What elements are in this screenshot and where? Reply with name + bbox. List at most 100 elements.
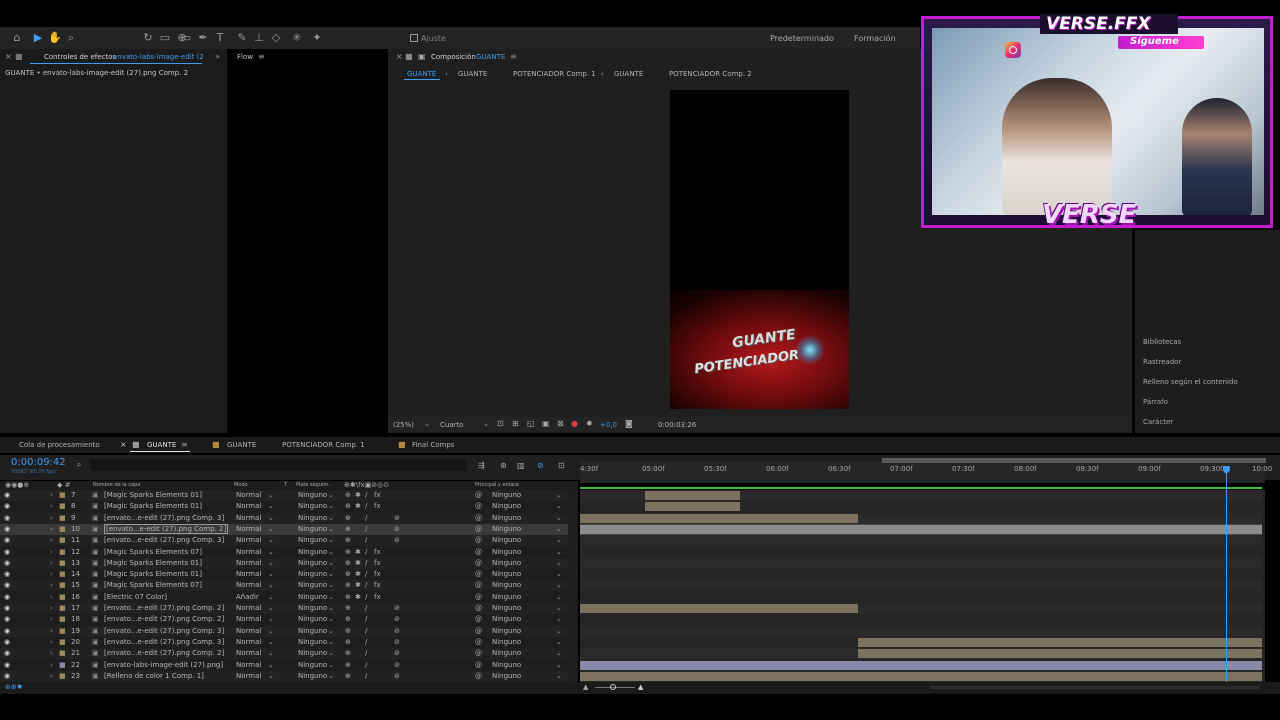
- matte-chevron-icon[interactable]: ⌄: [328, 593, 334, 601]
- header-name[interactable]: Nombre de la capa: [93, 482, 140, 488]
- tab-guante-menu-icon[interactable]: ≡: [181, 440, 188, 449]
- shy-switch-icon[interactable]: ⊕: [345, 491, 351, 499]
- rotate-icon[interactable]: ↻: [141, 32, 155, 44]
- motion-blur-switch-icon[interactable]: ⊘: [394, 661, 400, 669]
- color-management-icon[interactable]: ✹: [586, 419, 593, 428]
- visibility-eye-icon[interactable]: ◉: [4, 491, 10, 499]
- layer-duration-bar[interactable]: [580, 524, 1262, 534]
- comp-menu-icon[interactable]: ≡: [510, 52, 517, 61]
- mode-chevron-icon[interactable]: ⌄: [268, 502, 274, 510]
- snapshot-camera-icon[interactable]: ◙: [625, 419, 633, 428]
- effects-tab-label[interactable]: Controles de efectos: [44, 53, 116, 61]
- panel-overflow-icon[interactable]: »: [215, 52, 220, 61]
- right-panel-item[interactable]: Bibliotecas: [1143, 338, 1181, 346]
- quality-switch-icon[interactable]: /: [365, 548, 367, 556]
- expand-chevron-icon[interactable]: ›: [50, 661, 53, 669]
- fx-switch-icon[interactable]: fx: [374, 559, 381, 567]
- layer-duration-bar[interactable]: [857, 637, 1262, 647]
- shy-layers-icon[interactable]: ▥: [517, 461, 525, 470]
- expand-chevron-icon[interactable]: ›: [50, 559, 53, 567]
- fx-switch-icon[interactable]: fx: [374, 581, 381, 589]
- visibility-eye-icon[interactable]: ◉: [4, 627, 10, 635]
- quality-switch-icon[interactable]: /: [365, 615, 367, 623]
- tab-guante-active[interactable]: GUANTE: [147, 441, 176, 449]
- motion-blur-switch-icon[interactable]: ⊘: [394, 615, 400, 623]
- motion-blur-switch-icon[interactable]: ⊘: [394, 604, 400, 612]
- layer-duration-bar[interactable]: [857, 649, 1262, 659]
- layer-duration-bar[interactable]: [644, 491, 741, 500]
- collapse-switch-icon[interactable]: ✱: [355, 548, 361, 556]
- flow-tab-label[interactable]: Flow: [237, 53, 253, 61]
- motion-blur-switch-icon[interactable]: ⊘: [394, 525, 400, 533]
- visibility-eye-icon[interactable]: ◉: [4, 593, 10, 601]
- parent-chevron-icon[interactable]: ⌄: [556, 536, 562, 544]
- layer-row[interactable]: ◉ › ■ 23 ▣ [Relleno de color 1 Comp. 1] Normal…: [0, 670, 568, 682]
- shy-switch-icon[interactable]: ⊕: [345, 548, 351, 556]
- right-panel-item[interactable]: Relleno según el contenido: [1143, 378, 1238, 386]
- timeline-scrollbar[interactable]: [930, 686, 1260, 689]
- parent-chevron-icon[interactable]: ⌄: [556, 514, 562, 522]
- matte-chevron-icon[interactable]: ⌄: [328, 536, 334, 544]
- mode-chevron-icon[interactable]: ⌄: [268, 491, 274, 499]
- mode-chevron-icon[interactable]: ⌄: [268, 536, 274, 544]
- quality-switch-icon[interactable]: /: [365, 649, 367, 657]
- parent-chevron-icon[interactable]: ⌄: [556, 491, 562, 499]
- mode-chevron-icon[interactable]: ⌄: [268, 525, 274, 533]
- flow-menu-icon[interactable]: ≡: [258, 52, 265, 61]
- quality-switch-icon[interactable]: /: [365, 638, 367, 646]
- workspace-default[interactable]: Predeterminado: [770, 34, 834, 43]
- collapse-switch-icon[interactable]: ✱: [355, 491, 361, 499]
- shy-switch-icon[interactable]: ⊕: [345, 559, 351, 567]
- matte-chevron-icon[interactable]: ⌄: [328, 570, 334, 578]
- comp-breadcrumb[interactable]: GUANTE: [614, 70, 643, 78]
- collapse-switch-icon[interactable]: ✱: [355, 570, 361, 578]
- workspace-training[interactable]: Formación: [854, 34, 896, 43]
- zoom-out-icon[interactable]: ▲: [583, 683, 588, 691]
- matte-chevron-icon[interactable]: ⌄: [328, 672, 334, 680]
- layer-row[interactable]: ◉ › ■ 11 ▣ [envato...e-edit (27).png Comp. 3]…: [0, 535, 568, 547]
- parent-chevron-icon[interactable]: ⌄: [556, 638, 562, 646]
- roto-brush-icon[interactable]: ✳: [290, 32, 304, 44]
- visibility-eye-icon[interactable]: ◉: [4, 502, 10, 510]
- mode-chevron-icon[interactable]: ⌄: [268, 649, 274, 657]
- parent-chevron-icon[interactable]: ⌄: [556, 593, 562, 601]
- parent-chevron-icon[interactable]: ⌄: [556, 559, 562, 567]
- playhead-line[interactable]: [1225, 470, 1227, 682]
- fx-switch-icon[interactable]: fx: [374, 502, 381, 510]
- region-icon[interactable]: ⊡: [497, 419, 504, 428]
- visibility-eye-icon[interactable]: ◉: [4, 525, 10, 533]
- quality-switch-icon[interactable]: /: [365, 661, 367, 669]
- shy-switch-icon[interactable]: ⊕: [345, 661, 351, 669]
- quality-switch-icon[interactable]: /: [365, 525, 367, 533]
- layer-duration-bar[interactable]: [580, 513, 858, 523]
- expand-chevron-icon[interactable]: ›: [50, 502, 53, 510]
- resolution-select[interactable]: Cuarto: [440, 421, 464, 429]
- expand-chevron-icon[interactable]: ›: [50, 581, 53, 589]
- comp-timecode[interactable]: 0:00:03:26: [658, 421, 696, 429]
- rectangle-icon[interactable]: ▭: [179, 32, 193, 44]
- right-panel-item[interactable]: Carácter: [1143, 418, 1173, 426]
- frame-blending-icon[interactable]: ⊘: [537, 461, 544, 470]
- shy-switch-icon[interactable]: ⊕: [345, 604, 351, 612]
- eraser-icon[interactable]: ◇: [269, 32, 283, 44]
- shy-switch-icon[interactable]: ⊕: [345, 525, 351, 533]
- composition-viewer[interactable]: GUANTE POTENCIADOR: [670, 90, 849, 409]
- shy-switch-icon[interactable]: ⊕: [345, 536, 351, 544]
- motion-blur-switch-icon[interactable]: ⊘: [394, 649, 400, 657]
- matte-chevron-icon[interactable]: ⌄: [328, 649, 334, 657]
- collapse-switch-icon[interactable]: ✱: [355, 559, 361, 567]
- layer-row[interactable]: ◉ › ■ 18 ▣ [envato...e-edit (27).png Comp. 2]…: [0, 614, 568, 626]
- shy-switch-icon[interactable]: ⊕: [345, 593, 351, 601]
- quality-switch-icon[interactable]: /: [365, 627, 367, 635]
- zoom-slider-thumb[interactable]: [610, 684, 616, 690]
- layer-row[interactable]: ◉ › ■ 20 ▣ [envato...e-edit (27).png Comp. 3]…: [0, 636, 568, 648]
- collapse-switch-icon[interactable]: ✱: [355, 581, 361, 589]
- matte-chevron-icon[interactable]: ⌄: [328, 604, 334, 612]
- parent-chevron-icon[interactable]: ⌄: [556, 548, 562, 556]
- parent-chevron-icon[interactable]: ⌄: [556, 502, 562, 510]
- quality-switch-icon[interactable]: /: [365, 514, 367, 522]
- work-area-bar[interactable]: [882, 458, 1266, 463]
- parent-chevron-icon[interactable]: ⌄: [556, 570, 562, 578]
- puppet-pin-icon[interactable]: ✦: [310, 32, 324, 44]
- draft-3d-icon[interactable]: ⊛: [500, 461, 507, 470]
